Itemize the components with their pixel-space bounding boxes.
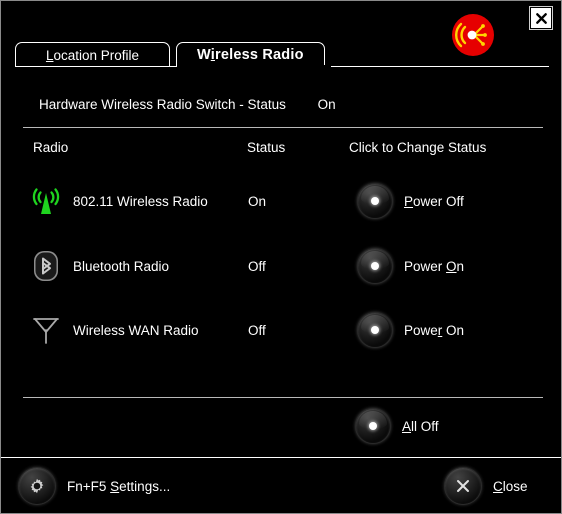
table-row: Bluetooth Radio Off Power On: [1, 244, 561, 290]
tab-bar: Location Profile Wireless Radio: [15, 41, 325, 67]
power-on-button-wwan[interactable]: Power On: [358, 308, 464, 352]
wifi-antenna-icon: [27, 179, 65, 223]
radio-button-icon[interactable]: [356, 409, 390, 443]
power-off-button-wifi-label: Power Off: [404, 193, 464, 209]
radio-name: Bluetooth Radio: [73, 258, 170, 274]
close-x-icon[interactable]: [445, 468, 481, 504]
active-tab-mask: [179, 65, 331, 68]
tab-location-profile-label: Location Profile: [45, 47, 140, 63]
tab-location-profile[interactable]: Location Profile: [15, 42, 170, 67]
tab-wireless-radio-label: Wireless Radio: [197, 47, 304, 63]
radio-button-icon[interactable]: [358, 249, 392, 283]
close-button[interactable]: Close: [445, 467, 528, 505]
wireless-radio-dialog: Location Profile Wireless Radio Hardware…: [0, 0, 562, 514]
power-on-button-bluetooth[interactable]: Power On: [358, 244, 464, 288]
table-row: Wireless WAN Radio Off Power On: [1, 308, 561, 354]
hardware-switch-label: Hardware Wireless Radio Switch - Status: [39, 97, 286, 112]
close-icon: [535, 12, 547, 24]
gear-icon[interactable]: [19, 468, 55, 504]
radio-name: Wireless WAN Radio: [73, 322, 199, 338]
power-on-button-wwan-label: Power On: [404, 322, 465, 338]
radio-status: On: [248, 193, 267, 209]
all-off-button[interactable]: All Off: [356, 406, 439, 446]
fn-f5-settings-label: Fn+F5 Settings...: [67, 478, 171, 494]
power-on-button-bluetooth-label: Power On: [404, 258, 465, 274]
tab-wireless-radio[interactable]: Wireless Radio: [176, 42, 325, 67]
divider-top: [23, 127, 543, 128]
wwan-antenna-icon: [27, 308, 65, 352]
fn-f5-settings-button[interactable]: Fn+F5 Settings...: [19, 467, 170, 505]
header-change-status: Click to Change Status: [349, 140, 487, 155]
radio-button-icon[interactable]: [358, 184, 392, 218]
table-header: Radio Status Click to Change Status: [1, 140, 561, 158]
radio-button-icon[interactable]: [358, 313, 392, 347]
radio-status: Off: [248, 258, 266, 274]
hardware-switch-status: Hardware Wireless Radio Switch - Status …: [39, 97, 336, 112]
hardware-switch-value: On: [317, 97, 336, 112]
bluetooth-icon: [27, 244, 65, 288]
table-row: 802.11 Wireless Radio On Power Off: [1, 179, 561, 225]
header-radio: Radio: [33, 140, 69, 155]
all-off-button-label: All Off: [402, 418, 439, 434]
radio-name: 802.11 Wireless Radio: [73, 193, 208, 209]
divider-bottom: [23, 397, 543, 398]
footer-bar: Fn+F5 Settings... Close: [1, 458, 561, 513]
header-status: Status: [247, 140, 286, 155]
wireless-broadcast-logo: [449, 11, 497, 59]
radio-status: Off: [248, 322, 266, 338]
power-off-button-wifi[interactable]: Power Off: [358, 179, 464, 223]
close-button-label: Close: [493, 478, 528, 494]
window-close-button[interactable]: [529, 6, 553, 30]
